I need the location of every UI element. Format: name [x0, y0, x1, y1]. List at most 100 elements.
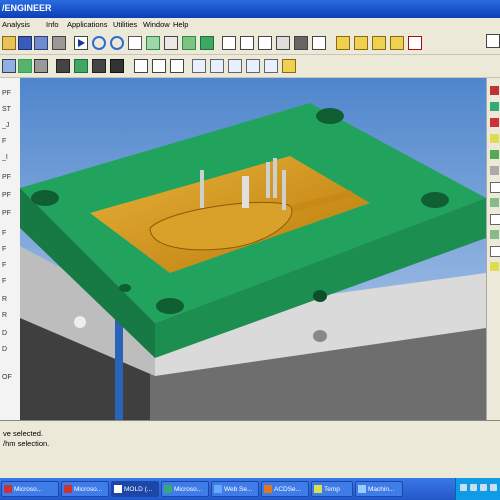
shell-icon[interactable]	[490, 246, 500, 257]
app-icon	[64, 485, 72, 493]
tree-item[interactable]: _I	[2, 154, 8, 161]
spin-icon[interactable]	[182, 36, 196, 50]
datum-axis-icon[interactable]	[354, 36, 368, 50]
task-button-active[interactable]: MOLD (...	[111, 481, 159, 497]
no-hidden-icon[interactable]	[258, 36, 272, 50]
sketch-icon[interactable]	[490, 134, 499, 143]
menu-utilities[interactable]: Utilities	[113, 20, 137, 29]
hidden-line-icon[interactable]	[240, 36, 254, 50]
tray-icon[interactable]	[490, 484, 497, 491]
tray-icon[interactable]	[460, 484, 467, 491]
zoom-out-icon[interactable]	[110, 36, 124, 50]
datum-point-icon[interactable]	[372, 36, 386, 50]
tree-item[interactable]: D	[2, 330, 7, 337]
app-icon	[114, 485, 122, 493]
wireframe-icon[interactable]	[222, 36, 236, 50]
zoom-in-icon[interactable]	[92, 36, 106, 50]
relations-icon[interactable]	[152, 59, 166, 73]
tray-icon[interactable]	[480, 484, 487, 491]
sketch-icon[interactable]	[2, 59, 16, 73]
datum-plane-icon[interactable]	[490, 86, 499, 95]
tree-item[interactable]: D	[2, 346, 7, 353]
sketch-plane-icon[interactable]	[408, 36, 422, 50]
tree-item[interactable]: F	[2, 230, 6, 237]
screw-hole	[74, 316, 86, 328]
extrude-icon[interactable]	[18, 59, 32, 73]
revolve-icon[interactable]	[34, 59, 48, 73]
menu-help[interactable]: Help	[173, 20, 188, 29]
help-icon[interactable]	[486, 34, 500, 48]
task-button[interactable]: Temp	[311, 481, 353, 497]
ejector-pin	[282, 170, 286, 210]
extrude-icon[interactable]	[490, 150, 499, 159]
hole-icon[interactable]	[490, 182, 500, 193]
tree-item[interactable]: R	[2, 312, 7, 319]
snap-icon[interactable]	[246, 59, 260, 73]
surface-icon[interactable]	[92, 59, 106, 73]
save-copy-icon[interactable]	[34, 36, 48, 50]
repaint-icon[interactable]	[200, 36, 214, 50]
draft-icon[interactable]	[490, 262, 499, 271]
round-icon[interactable]	[490, 198, 499, 207]
datum-plane-icon[interactable]	[336, 36, 350, 50]
model-tree-panel[interactable]: PF ST _J F _I PF PF PF F F F F R R D D O…	[0, 78, 21, 420]
datum-axis-icon[interactable]	[490, 102, 499, 111]
task-button[interactable]: ACDSe...	[261, 481, 309, 497]
print-icon[interactable]	[52, 36, 66, 50]
task-button[interactable]: Microso...	[61, 481, 109, 497]
revolve-icon[interactable]	[490, 166, 499, 175]
save-icon[interactable]	[18, 36, 32, 50]
tree-item[interactable]: R	[2, 296, 7, 303]
tree-item[interactable]: ST	[2, 106, 11, 113]
tree-item[interactable]: F	[2, 278, 6, 285]
task-button[interactable]: Web Se...	[211, 481, 259, 497]
chamfer-icon[interactable]	[490, 214, 500, 225]
merge-icon[interactable]	[110, 59, 124, 73]
csys-icon[interactable]	[390, 36, 404, 50]
app-icon	[4, 485, 12, 493]
menu-info[interactable]: Info	[46, 20, 59, 29]
tree-item[interactable]: PF	[2, 192, 11, 199]
refit-icon[interactable]	[128, 36, 142, 50]
tree-item[interactable]: _J	[2, 122, 9, 129]
menu-window[interactable]: Window	[143, 20, 170, 29]
warning-icon[interactable]	[282, 59, 296, 73]
blend-icon[interactable]	[74, 59, 88, 73]
message-area: ve selected. /hm selection.	[0, 420, 500, 479]
rib-icon[interactable]	[490, 230, 499, 239]
model-tree-icon[interactable]	[294, 36, 308, 50]
mold-model	[20, 78, 486, 420]
tree-item[interactable]: F	[2, 138, 6, 145]
ejector-pin	[242, 176, 249, 208]
graphics-viewport[interactable]	[20, 78, 486, 420]
curve-icon[interactable]	[192, 59, 206, 73]
play-icon[interactable]	[74, 36, 88, 50]
tree-item[interactable]: F	[2, 246, 6, 253]
system-tray	[455, 478, 500, 500]
task-button[interactable]: Machin...	[355, 481, 403, 497]
tree-item[interactable]: PF	[2, 90, 11, 97]
parameters-icon[interactable]	[170, 59, 184, 73]
tree-item[interactable]: OF	[2, 374, 12, 381]
shade-icon[interactable]	[276, 36, 290, 50]
datum-display-icon[interactable]	[312, 36, 326, 50]
spline-icon[interactable]	[210, 59, 224, 73]
wave-icon[interactable]	[228, 59, 242, 73]
ejector-pin	[266, 162, 270, 198]
open-icon[interactable]	[2, 36, 16, 50]
menu-applications[interactable]: Applications	[67, 20, 107, 29]
task-button[interactable]: Microso...	[1, 481, 59, 497]
tree-item[interactable]: PF	[2, 174, 11, 181]
datum-point-icon[interactable]	[490, 118, 499, 127]
sweep-icon[interactable]	[56, 59, 70, 73]
task-button[interactable]: Microso...	[161, 481, 209, 497]
orient-icon[interactable]	[146, 36, 160, 50]
layer-icon[interactable]	[134, 59, 148, 73]
tree-item[interactable]: PF	[2, 210, 11, 217]
view-icon[interactable]	[164, 36, 178, 50]
tree-item[interactable]: F	[2, 262, 6, 269]
menu-analysis[interactable]: Analysis	[2, 20, 30, 29]
guide-hole	[31, 190, 59, 206]
tray-icon[interactable]	[470, 484, 477, 491]
trim-icon[interactable]	[264, 59, 278, 73]
